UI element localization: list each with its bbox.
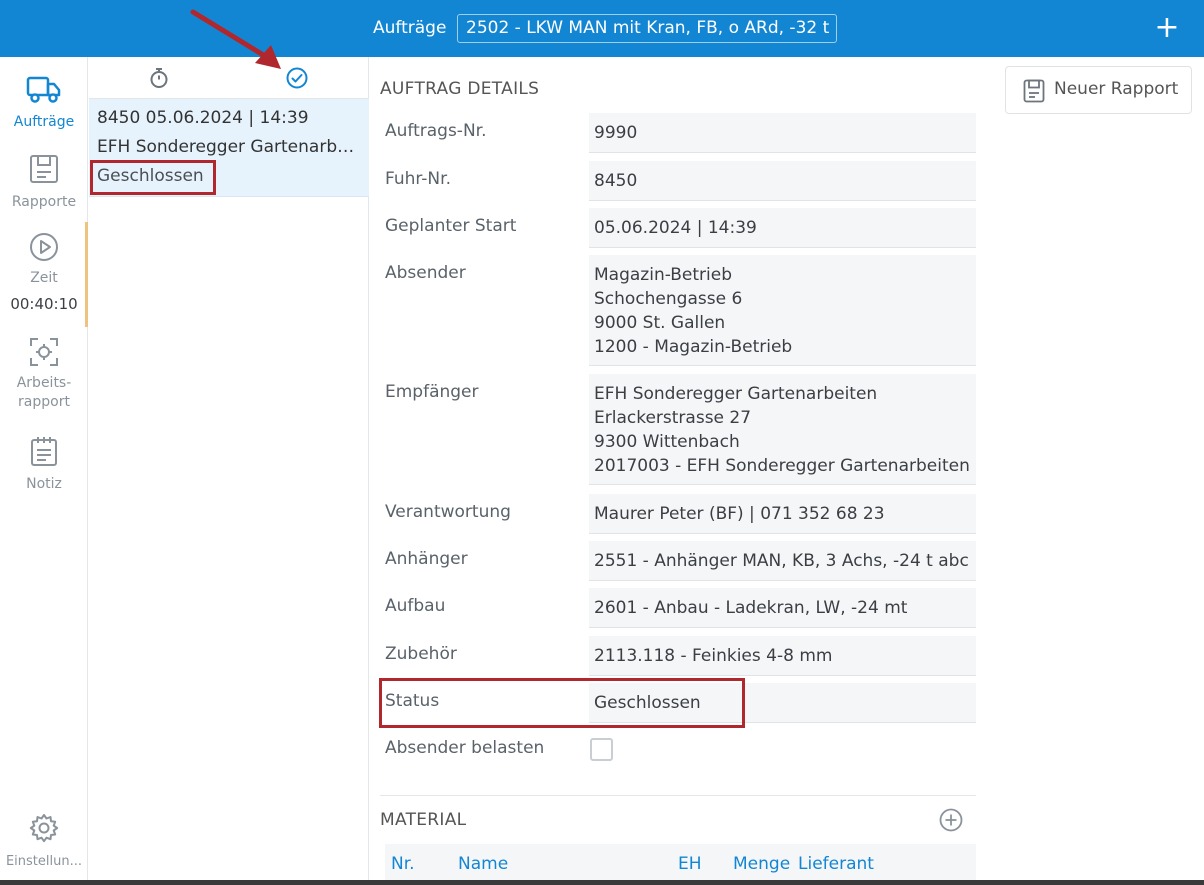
highlight-status-row [379, 678, 745, 728]
play-icon [30, 233, 58, 261]
sidebar-label-arbeits: Arbeits- [16, 375, 72, 391]
material-table-header: Nr. Name EH Menge Lieferant [385, 844, 976, 885]
vehicle-selector[interactable]: 2502 - LKW MAN mit Kran, FB, o ARd, -32 … [457, 14, 837, 43]
col-lieferant[interactable]: Lieferant [798, 854, 874, 874]
plus-icon[interactable]: + [1150, 12, 1184, 46]
add-material-icon[interactable] [939, 808, 963, 832]
list-item-number-date: 8450 05.06.2024 | 14:39 [97, 108, 309, 128]
sidebar-label-einstellungen: Einstellun... [5, 854, 83, 869]
label-auftrags-nr: Auftrags-Nr. [385, 121, 487, 141]
sidebar-item-rapporte[interactable]: Rapporte [0, 153, 88, 212]
value-anhaenger: 2551 - Anhänger MAN, KB, 3 Achs, -24 t a… [589, 541, 976, 581]
timer-indicator [85, 222, 88, 327]
bottom-edge [0, 880, 1204, 885]
gear-icon [29, 814, 59, 843]
scan-icon [30, 338, 58, 366]
list-item-recipient: EFH Sonderegger Gartenarbeiten [97, 137, 359, 157]
section-divider [380, 795, 976, 796]
timer-value: 00:40:10 [10, 295, 78, 313]
right-panel: Neuer Rapport [997, 57, 1204, 885]
label-empfaenger: Empfänger [385, 382, 479, 402]
sidebar-item-zeit[interactable]: Zeit 00:40:10 [0, 231, 88, 314]
col-nr[interactable]: Nr. [391, 854, 415, 874]
order-details: AUFTRAG DETAILS Auftrags-Nr. 9990 Fuhr-N… [370, 57, 996, 885]
notepad-icon [31, 437, 57, 466]
label-zubehoer: Zubehör [385, 644, 457, 664]
sidebar-label-auftraege: Aufträge [13, 114, 75, 130]
sidebar-item-auftraege[interactable]: Aufträge [0, 73, 88, 132]
sidebar-nav: Aufträge Rapporte Zeit 00:40:10 Arbeits-… [0, 57, 88, 885]
value-verantwortung: Maurer Peter (BF) | 071 352 68 23 [589, 494, 976, 534]
absender-belasten-checkbox[interactable] [590, 738, 613, 761]
label-absender: Absender [385, 263, 466, 283]
label-anhaenger: Anhänger [385, 549, 468, 569]
new-report-button[interactable]: Neuer Rapport [1005, 66, 1192, 114]
value-zubehoer: 2113.118 - Feinkies 4-8 mm [589, 636, 976, 676]
details-section-title: AUFTRAG DETAILS [380, 79, 540, 99]
sidebar-item-notiz[interactable]: Notiz [0, 435, 88, 494]
truck-icon [26, 76, 61, 103]
page-title: Aufträge [373, 18, 447, 38]
sidebar-item-arbeitsrapport[interactable]: Arbeits- rapport [0, 336, 88, 412]
material-section-title: MATERIAL [380, 810, 467, 830]
report-icon [1023, 79, 1045, 103]
col-eh[interactable]: EH [678, 854, 702, 874]
value-auftrags-nr: 9990 [589, 113, 976, 153]
highlight-list-status [90, 160, 216, 195]
top-bar: Aufträge 2502 - LKW MAN mit Kran, FB, o … [0, 0, 1204, 57]
label-absender-belasten: Absender belasten [385, 738, 545, 758]
stopwatch-icon[interactable] [148, 67, 170, 89]
sidebar-item-einstellungen[interactable]: Einstellun... [0, 812, 88, 871]
value-aufbau: 2601 - Anbau - Ladekran, LW, -24 mt [589, 588, 976, 628]
annotation-arrow-icon [190, 9, 281, 69]
sidebar-label-rapport: rapport [18, 394, 70, 410]
value-geplanter-start: 05.06.2024 | 14:39 [589, 208, 976, 248]
label-verantwortung: Verantwortung [385, 502, 511, 522]
sidebar-label-notiz: Notiz [26, 476, 62, 492]
value-fuhr-nr: 8450 [589, 161, 976, 201]
col-name[interactable]: Name [458, 854, 508, 874]
col-menge[interactable]: Menge [733, 854, 790, 874]
label-geplanter-start: Geplanter Start [385, 216, 517, 236]
value-empfaenger: EFH Sonderegger Gartenarbeiten Erlackers… [589, 374, 976, 485]
label-aufbau: Aufbau [385, 596, 446, 616]
sidebar-label-rapporte: Rapporte [11, 194, 77, 210]
sidebar-label-zeit: Zeit [30, 270, 58, 286]
value-absender: Magazin-Betrieb Schochengasse 6 9000 St.… [589, 255, 976, 366]
report-icon [30, 155, 58, 183]
new-report-label: Neuer Rapport [1054, 79, 1179, 99]
label-fuhr-nr: Fuhr-Nr. [385, 169, 451, 189]
